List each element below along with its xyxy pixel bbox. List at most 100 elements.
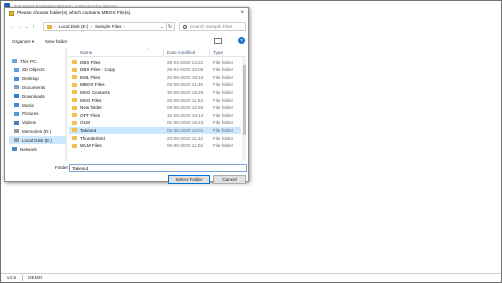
browse-folder-dialog: Please choose folder(s) which contains M… (4, 7, 249, 184)
file-type: File folder (213, 112, 234, 118)
tree-item-label: Videos (22, 120, 36, 126)
tree-item-label: Music (22, 102, 34, 108)
file-type: File folder (213, 74, 234, 80)
file-date-modified: 08-06-2020 12:50 (167, 105, 204, 111)
tree-item[interactable]: Memories (D:) (9, 127, 66, 135)
file-list-scrollbar[interactable] (242, 57, 246, 161)
folder-name-field[interactable] (69, 164, 247, 172)
folder-icon (9, 11, 14, 16)
help-icon[interactable]: ? (238, 37, 245, 44)
file-name: DBX Files (80, 59, 101, 65)
folder-icon (72, 67, 77, 72)
file-name: MSG Files (80, 97, 102, 103)
tree-item[interactable]: Downloads (9, 92, 66, 100)
file-date-modified: 02-06-2020 11:45 (167, 82, 203, 88)
column-divider[interactable] (163, 49, 164, 56)
file-row[interactable]: WLM Files 06-06-2020 11:02 File folder (69, 142, 241, 150)
file-date-modified: 28-04-2020 13:22 (167, 59, 204, 65)
search-icon (183, 24, 187, 29)
file-row[interactable]: OLM 01-05-2020 16:23 File folder (69, 119, 241, 127)
tree-item[interactable]: Network (9, 145, 66, 153)
file-date-modified: 25-06-2020 11:54 (167, 97, 203, 103)
file-name: Takeout (80, 127, 97, 133)
tree-item-label: Downloads (22, 93, 45, 99)
close-icon[interactable]: × (240, 10, 244, 16)
tree-item-label: Local Disk (E:) (22, 137, 52, 143)
file-date-modified: 02-06-2020 12:01 (167, 127, 204, 133)
column-header-date[interactable]: Date modified (167, 50, 195, 55)
tree-item[interactable]: 3D Objects (9, 66, 66, 74)
folder-icon (72, 128, 77, 133)
folder-icon (72, 113, 77, 118)
back-arrow-icon[interactable]: ← (9, 23, 16, 31)
file-name: New folder (80, 105, 102, 111)
file-type: File folder (213, 143, 234, 149)
forward-arrow-icon[interactable]: → (16, 23, 23, 31)
file-name: WLM Files (80, 143, 102, 149)
cancel-button[interactable]: Cancel (213, 175, 246, 184)
desktop-icon (14, 76, 19, 81)
status-divider (22, 275, 24, 281)
column-header-name[interactable]: Name (80, 50, 92, 55)
search-placeholder: Search Sample Files (190, 24, 233, 29)
tree-item[interactable]: Documents (9, 83, 66, 91)
breadcrumb-separator-icon: › (123, 24, 126, 29)
new-folder-button[interactable]: New folder (45, 39, 67, 44)
tree-item-label: 3D Objects (22, 67, 45, 73)
download-icon (14, 94, 19, 99)
file-row[interactable]: Takeout 02-06-2020 12:01 File folder (69, 126, 241, 135)
drive-icon (14, 138, 19, 143)
file-date-modified: 20-06-2020 18:42 (167, 74, 204, 80)
recent-locations-chevron-icon[interactable]: ⌄ (23, 23, 30, 31)
file-row[interactable]: EML Files 20-06-2020 18:42 File folder (69, 74, 241, 82)
scrollbar-thumb[interactable] (242, 65, 246, 135)
file-row[interactable]: MSG Contacts 30-06-2020 16:25 File folder (69, 89, 241, 97)
file-row[interactable]: DBX Files - Copy 28-04-2020 15:09 File fol… (69, 66, 241, 74)
folder-icon (72, 82, 77, 87)
address-dropdown-icon[interactable]: ⌄ (160, 24, 164, 30)
folder-icon (72, 105, 77, 110)
file-type: File folder (213, 82, 234, 88)
document-icon (14, 85, 19, 90)
up-arrow-icon[interactable]: ↑ (30, 23, 37, 31)
breadcrumb-sample-files[interactable]: Sample Files (95, 24, 122, 29)
file-name: DBX Files - Copy (80, 67, 116, 73)
view-options-icon[interactable] (214, 38, 222, 44)
file-row[interactable]: OFT Files 15-06-2020 18:12 File folder (69, 112, 241, 120)
select-folder-button[interactable]: Select Folder (168, 175, 210, 184)
file-type: File folder (213, 89, 234, 95)
drive-icon (14, 129, 19, 134)
file-name: MSG Contacts (80, 89, 110, 95)
organize-menu[interactable]: Organize ▾ (12, 39, 34, 45)
version-label: v4.5 (7, 275, 17, 281)
breadcrumb-local-disk[interactable]: Local Disk (E:) (59, 24, 89, 29)
tree-item[interactable]: Desktop (9, 75, 66, 83)
file-name: Thunderbird (80, 135, 105, 141)
column-divider[interactable] (209, 49, 210, 56)
tree-item[interactable]: This PC (9, 57, 66, 65)
file-date-modified: 28-04-2020 15:09 (167, 67, 204, 73)
tree-item[interactable]: Pictures (9, 110, 66, 118)
search-input[interactable]: Search Sample Files (179, 22, 246, 31)
column-header-type[interactable]: Type (213, 50, 223, 55)
file-row[interactable]: Thunderbird 23-06-2020 11:22 File folder (69, 135, 241, 143)
file-row[interactable]: MBOX Files 02-06-2020 11:45 File folder (69, 81, 241, 89)
tree-item-label: Documents (22, 84, 46, 90)
tree-item[interactable]: Music (9, 101, 66, 109)
file-row[interactable]: MSG Files 25-06-2020 11:54 File folder (69, 97, 241, 105)
file-date-modified: 06-06-2020 11:02 (167, 143, 203, 149)
file-row[interactable]: DBX Files 28-04-2020 13:22 File folder (69, 59, 241, 67)
file-row[interactable]: New folder 08-06-2020 12:50 File folder (69, 104, 241, 112)
picture-icon (14, 111, 19, 116)
folder-icon (72, 98, 77, 103)
file-name: OLM (80, 120, 90, 126)
address-bar[interactable]: › Local Disk (E:) › Sample Files › ⌄ (43, 22, 167, 31)
file-date-modified: 30-06-2020 16:25 (167, 89, 204, 95)
video-icon (14, 120, 19, 125)
tree-item[interactable]: Local Disk (E:) (9, 136, 66, 145)
status-bar: v4.5 DEMO (1, 273, 501, 282)
refresh-icon[interactable]: ↻ (166, 22, 175, 31)
file-list: Name ^ Date modified Type DBX Files 28-04… (69, 48, 246, 161)
file-date-modified: 23-06-2020 11:22 (167, 135, 203, 141)
tree-item[interactable]: Videos (9, 119, 66, 127)
